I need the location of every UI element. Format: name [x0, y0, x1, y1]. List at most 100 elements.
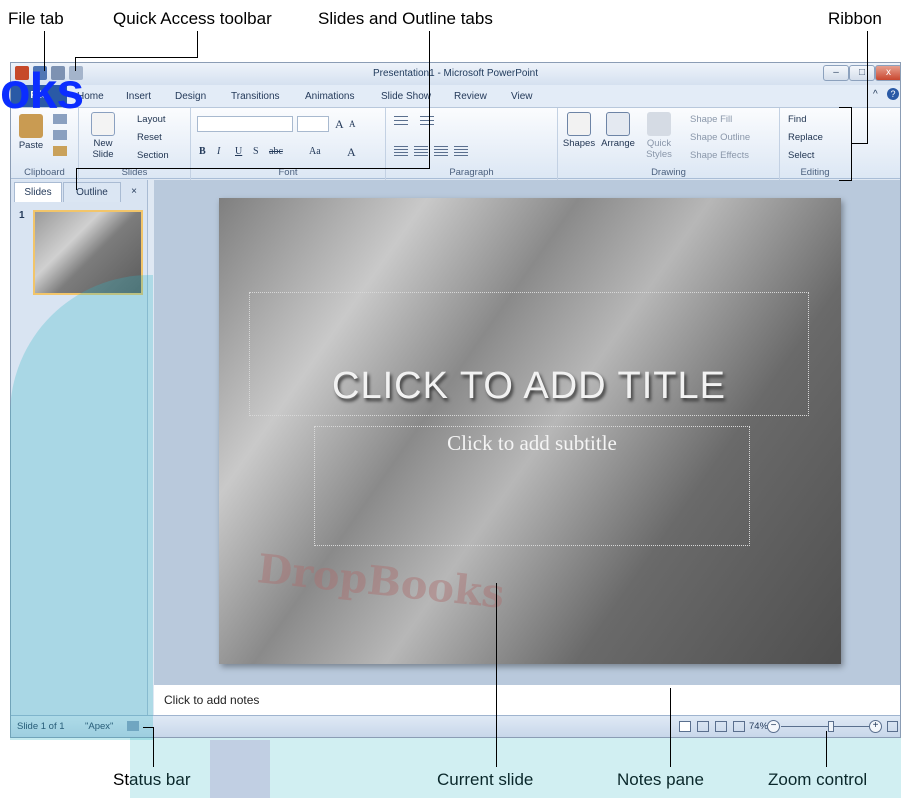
shapes-label: Shapes — [562, 138, 596, 149]
paste-label: Paste — [18, 140, 44, 151]
find-button[interactable]: Find — [788, 114, 806, 125]
italic-button[interactable]: I — [217, 146, 220, 157]
font-name-combo[interactable] — [197, 116, 293, 132]
slide-show-icon[interactable] — [733, 721, 745, 732]
paste-button[interactable]: Paste — [15, 114, 47, 151]
leader-current-slide — [496, 583, 497, 767]
align-right-icon[interactable] — [434, 146, 448, 156]
font-color-button[interactable]: A — [347, 145, 356, 160]
group-drawing: Shapes Arrange Quick Styles Shape Fill S… — [558, 108, 780, 180]
copy-icon[interactable] — [53, 130, 67, 140]
quick-styles-label: Quick Styles — [646, 138, 672, 160]
font-size-combo[interactable] — [297, 116, 329, 132]
tab-design[interactable]: Design — [175, 91, 206, 102]
collapse-ribbon-icon[interactable]: ^ — [873, 89, 878, 100]
strikethrough-button[interactable]: abc — [269, 146, 283, 157]
group-label-clipboard: Clipboard — [24, 167, 65, 178]
slide-editor: CLICK TO ADD TITLE Click to add subtitle… — [154, 180, 900, 683]
close-pane-button[interactable]: × — [123, 182, 145, 202]
normal-view-icon[interactable] — [679, 721, 691, 732]
tab-transitions[interactable]: Transitions — [231, 91, 280, 102]
align-left-icon[interactable] — [394, 146, 408, 156]
shapes-button[interactable]: Shapes — [562, 112, 596, 149]
tab-animations[interactable]: Animations — [305, 91, 354, 102]
reset-button[interactable]: Reset — [137, 132, 162, 143]
leader-ribbon-h — [851, 143, 868, 144]
shape-fill-button[interactable]: Shape Fill — [690, 114, 732, 125]
tab-slide-show[interactable]: Slide Show — [381, 91, 431, 102]
notes-pane[interactable]: Click to add notes — [154, 683, 900, 717]
group-font: A A B I U S abc Aa A Font — [191, 108, 386, 180]
current-slide[interactable]: CLICK TO ADD TITLE Click to add subtitle… — [219, 198, 841, 664]
window-title: Presentation1 - Microsoft PowerPoint — [372, 68, 539, 79]
callout-slides-outline-tabs: Slides and Outline tabs — [318, 9, 493, 28]
quick-styles-button[interactable]: Quick Styles — [640, 112, 678, 160]
format-painter-icon[interactable] — [53, 146, 67, 156]
slide-subtitle: Click to add subtitle — [447, 431, 617, 455]
new-slide-button[interactable]: New Slide — [85, 112, 121, 160]
tab-insert[interactable]: Insert — [126, 91, 151, 102]
bullets-icon[interactable] — [394, 116, 408, 126]
callout-ribbon: Ribbon — [828, 9, 882, 28]
tab-slides[interactable]: Slides — [14, 182, 62, 202]
zoom-out-button[interactable]: − — [767, 720, 780, 733]
arrange-icon — [606, 112, 630, 136]
watermark-band-accent — [210, 740, 270, 798]
layout-button[interactable]: Layout — [137, 114, 166, 125]
title-placeholder[interactable]: CLICK TO ADD TITLE — [249, 292, 809, 416]
justify-icon[interactable] — [454, 146, 468, 156]
shadow-button[interactable]: S — [253, 146, 259, 157]
leader-quick-access — [197, 31, 198, 58]
reading-view-icon[interactable] — [715, 721, 727, 732]
section-button[interactable]: Section — [137, 150, 169, 161]
ribbon-tabs: Home Insert Design Transitions Animation… — [11, 85, 900, 107]
tab-view[interactable]: View — [511, 91, 533, 102]
zoom-slider-thumb[interactable] — [828, 721, 834, 732]
close-button[interactable]: x — [875, 65, 900, 81]
replace-button[interactable]: Replace — [788, 132, 823, 143]
leader-slides-outline-v — [76, 168, 77, 190]
slide-title: CLICK TO ADD TITLE — [332, 365, 726, 407]
callout-file-tab: File tab — [8, 9, 64, 28]
underline-button[interactable]: U — [235, 146, 242, 157]
zoom-percent[interactable]: 74% — [749, 721, 768, 732]
select-button[interactable]: Select — [788, 150, 814, 161]
tab-outline[interactable]: Outline — [63, 182, 121, 202]
thumbnail-number: 1 — [19, 210, 25, 221]
fit-to-window-icon[interactable] — [887, 721, 898, 732]
arrange-button[interactable]: Arrange — [598, 112, 638, 149]
change-case-button[interactable]: Aa — [309, 146, 321, 157]
help-button[interactable]: ? — [887, 88, 899, 100]
shrink-font-button[interactable]: A — [349, 119, 356, 129]
slide-watermark-text: DropBooks — [255, 545, 507, 618]
leader-slides-outline-h — [76, 168, 430, 169]
notes-placeholder: Click to add notes — [164, 693, 260, 707]
leader-quick-access-h — [75, 57, 198, 58]
group-label-editing: Editing — [800, 167, 830, 178]
subtitle-placeholder[interactable]: Click to add subtitle — [314, 426, 750, 546]
callout-quick-access-toolbar: Quick Access toolbar — [113, 9, 272, 28]
group-label-drawing: Drawing — [651, 167, 686, 178]
maximize-button[interactable]: □ — [849, 65, 875, 81]
shape-effects-button[interactable]: Shape Effects — [690, 150, 749, 161]
leader-slides-outline — [429, 31, 430, 169]
group-paragraph: Paragraph — [386, 108, 558, 180]
shapes-icon — [567, 112, 591, 136]
leader-zoom — [826, 731, 827, 767]
minimize-button[interactable]: – — [823, 65, 849, 81]
tab-review[interactable]: Review — [454, 91, 487, 102]
slide-sorter-icon[interactable] — [697, 721, 709, 732]
align-center-icon[interactable] — [414, 146, 428, 156]
leader-status-bar-h — [143, 727, 154, 728]
numbering-icon[interactable] — [420, 116, 434, 126]
group-slides: New Slide Layout Reset Section Slides — [79, 108, 191, 180]
leader-quick-access-v — [75, 57, 76, 71]
leader-file-tab — [44, 31, 45, 71]
shape-outline-button[interactable]: Shape Outline — [690, 132, 750, 143]
grow-font-button[interactable]: A — [335, 117, 344, 132]
leader-ribbon-bracket-bottom — [839, 180, 852, 181]
zoom-in-button[interactable]: + — [869, 720, 882, 733]
quick-styles-icon — [647, 112, 671, 136]
bold-button[interactable]: B — [199, 146, 206, 157]
title-bar: Presentation1 - Microsoft PowerPoint – □… — [11, 63, 900, 85]
